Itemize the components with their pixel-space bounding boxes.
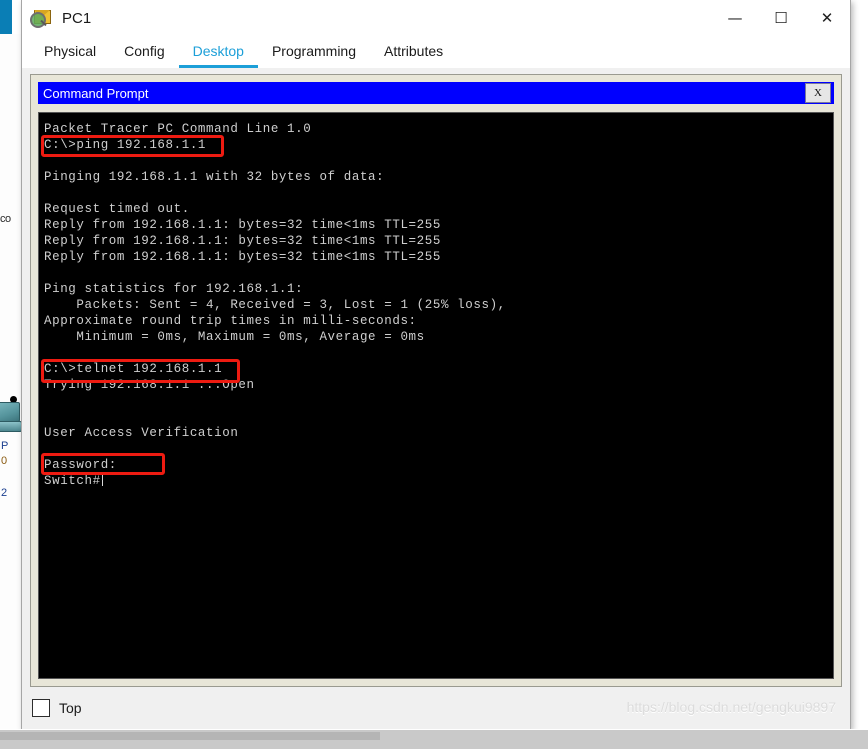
command-prompt-title: Command Prompt <box>43 85 149 101</box>
terminal-line: Reply from 192.168.1.1: bytes=32 time<1m… <box>44 250 441 264</box>
close-button[interactable]: ✕ <box>804 0 850 37</box>
tab-programming[interactable]: Programming <box>258 43 370 68</box>
command-prompt-spacer <box>38 104 834 112</box>
background-device-label-2: 0 <box>1 455 8 467</box>
tab-attributes[interactable]: Attributes <box>370 43 457 68</box>
terminal-lines: Packet Tracer PC Command Line 1.0 C:\>pin… <box>39 121 833 489</box>
terminal-cursor <box>101 474 103 486</box>
tab-physical[interactable]: Physical <box>30 43 110 68</box>
desktop-taskbar-inner <box>0 732 380 740</box>
terminal-line: Ping statistics for 192.168.1.1: <box>44 282 304 296</box>
desktop-content-panel: Command Prompt X Packet Tracer PC Comman… <box>30 74 842 687</box>
window-titlebar[interactable]: PC1 — ☐ ✕ <box>22 0 850 37</box>
minimize-button[interactable]: — <box>712 0 758 37</box>
minimize-icon: — <box>727 9 743 27</box>
background-device-screen <box>0 402 20 422</box>
desktop-taskbar-strip <box>0 729 868 749</box>
top-checkbox-label: Top <box>59 700 82 716</box>
maximize-icon: ☐ <box>774 9 788 27</box>
terminal-line: Pinging 192.168.1.1 with 32 bytes of dat… <box>44 170 385 184</box>
terminal-line: User Access Verification <box>44 426 239 440</box>
close-icon: ✕ <box>820 9 834 27</box>
tab-desktop[interactable]: Desktop <box>178 43 258 68</box>
inspect-envelope-icon <box>30 8 52 30</box>
terminal-line: Switch# <box>44 474 103 488</box>
terminal-line: Approximate round trip times in milli-se… <box>44 314 417 328</box>
window-controls: — ☐ ✕ <box>712 0 850 37</box>
background-device-label-1: P <box>1 440 9 452</box>
background-pc-device-icon <box>0 396 22 442</box>
tab-strip: Physical Config Desktop Programming Attr… <box>22 37 850 68</box>
maximize-button[interactable]: ☐ <box>758 0 804 37</box>
terminal-line: C:\>ping 192.168.1.1 <box>44 138 207 152</box>
pc1-device-window: PC1 — ☐ ✕ Physical Config Desktop Progra… <box>21 0 851 730</box>
terminal-line: Password: <box>44 458 117 472</box>
command-prompt-window: Command Prompt X Packet Tracer PC Comman… <box>38 82 834 679</box>
background-accent-strip <box>0 0 12 34</box>
terminal-line: Minimum = 0ms, Maximum = 0ms, Average = … <box>44 330 425 344</box>
command-prompt-titlebar: Command Prompt X <box>38 82 834 104</box>
command-prompt-close-button[interactable]: X <box>805 83 831 103</box>
terminal-line: Request timed out. <box>44 202 190 216</box>
terminal-line: Packets: Sent = 4, Received = 3, Lost = … <box>44 298 506 312</box>
terminal-output-area[interactable]: Packet Tracer PC Command Line 1.0 C:\>pin… <box>38 112 834 679</box>
background-device-label-3: 2 <box>1 487 8 499</box>
terminal-line: Reply from 192.168.1.1: bytes=32 time<1m… <box>44 218 441 232</box>
terminal-line: C:\>telnet 192.168.1.1 <box>44 362 223 376</box>
top-checkbox[interactable] <box>32 699 50 717</box>
bottom-bar: Top <box>22 687 850 729</box>
terminal-line: Trying 192.168.1.1 ...Open <box>44 378 255 392</box>
background-device-base <box>0 421 22 432</box>
terminal-line: Reply from 192.168.1.1: bytes=32 time<1m… <box>44 234 441 248</box>
window-title: PC1 <box>62 10 92 27</box>
background-scroll-text: co <box>0 213 11 225</box>
terminal-line: Packet Tracer PC Command Line 1.0 <box>44 122 312 136</box>
tab-config[interactable]: Config <box>110 43 178 68</box>
